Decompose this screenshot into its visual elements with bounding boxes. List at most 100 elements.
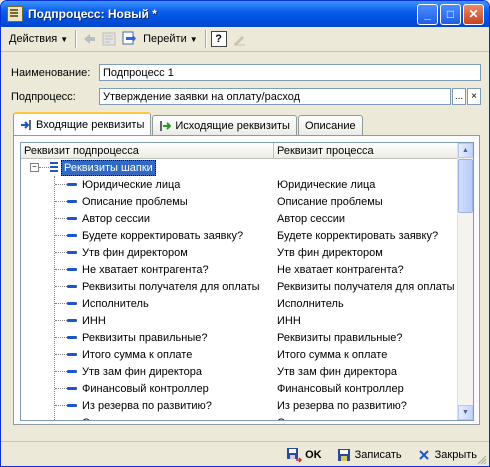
- tree-line: [55, 218, 67, 219]
- attribute-icon: [67, 285, 77, 288]
- table-row[interactable]: Реквизиты правильные? Реквизиты правильны…: [21, 329, 473, 346]
- tab-description-label: Описание: [304, 119, 356, 132]
- toolbar-separator: [204, 30, 206, 48]
- table-row[interactable]: Финансовый контроллер Финансовый контролл…: [21, 380, 473, 397]
- subprocess-attribute-cell: Будете корректировать заявку?: [82, 229, 244, 242]
- subprocess-attribute-cell: Утв зам фин директора: [82, 365, 203, 378]
- table-row[interactable]: Реквизиты получателя для оплаты Реквизиты…: [21, 278, 473, 295]
- resize-grip-icon[interactable]: [477, 455, 487, 465]
- tree-line: [55, 303, 67, 304]
- table-row[interactable]: Состояние заявки Состояние заявки: [21, 414, 473, 421]
- attribute-icon: [67, 319, 77, 322]
- close-window-button[interactable]: ✕: [463, 3, 484, 25]
- process-attribute-cell: Состояние заявки: [274, 417, 457, 421]
- save-label: Записать: [354, 448, 402, 461]
- table-row[interactable]: Будете корректировать заявку? Будете корр…: [21, 227, 473, 244]
- window-title: Подпроцесс: Новый *: [28, 7, 157, 21]
- process-attribute-cell: Финансовый контроллер: [277, 382, 404, 395]
- title-bar[interactable]: Подпроцесс: Новый * _ □ ✕: [1, 1, 489, 27]
- scroll-down-button[interactable]: ▼: [458, 405, 473, 420]
- process-attribute-cell: Не хватает контрагента?: [277, 263, 404, 276]
- column-header-subprocess[interactable]: Реквизит подпроцесса: [21, 143, 274, 158]
- sync-icon[interactable]: [121, 31, 137, 47]
- dropdown-arrow-icon: ▼: [60, 34, 69, 44]
- toolbar-separator: [75, 30, 77, 48]
- save-button[interactable]: Записать: [334, 447, 402, 463]
- vertical-scrollbar[interactable]: ▲ ▼: [457, 143, 473, 420]
- tab-outgoing[interactable]: Исходящие реквизиты: [152, 115, 297, 135]
- attribute-icon: [67, 336, 77, 339]
- attributes-table[interactable]: Реквизит подпроцесса Реквизит процесса −…: [20, 142, 474, 421]
- actions-menu[interactable]: Действия ▼: [5, 29, 72, 49]
- name-input[interactable]: Подпроцесс 1: [99, 64, 481, 81]
- table-row[interactable]: Утв фин директором Утв фин директором: [21, 244, 473, 261]
- subprocess-attribute-cell: Итого сумма к оплате: [82, 348, 193, 361]
- process-attribute-cell: Утв зам фин директора: [277, 365, 398, 378]
- table-row[interactable]: Юридические лица Юридические лица: [21, 176, 473, 193]
- attribute-icon: [67, 302, 77, 305]
- process-attribute-cell: Юридические лица: [277, 178, 376, 191]
- tree-line: [55, 371, 67, 372]
- maximize-button[interactable]: □: [440, 3, 461, 25]
- document-structure-icon[interactable]: [101, 31, 117, 47]
- attribute-icon: [67, 234, 77, 237]
- table-row[interactable]: Исполнитель Исполнитель: [21, 295, 473, 312]
- column-header-process[interactable]: Реквизит процесса: [274, 143, 460, 158]
- edit-pen-icon[interactable]: [231, 31, 247, 47]
- ok-button[interactable]: OK: [284, 447, 322, 463]
- process-attribute-cell: Автор сессии: [277, 212, 346, 225]
- subprocess-attribute-cell: Описание проблемы: [82, 195, 188, 208]
- back-icon[interactable]: [81, 31, 97, 47]
- clear-button[interactable]: ×: [467, 88, 481, 105]
- tab-description[interactable]: Описание: [297, 115, 363, 135]
- subprocess-attribute-cell: Реквизиты правильные?: [82, 331, 208, 344]
- name-row: Наименование: Подпроцесс 1: [11, 64, 481, 81]
- minimize-button[interactable]: _: [417, 3, 438, 25]
- goto-menu[interactable]: Перейти ▼: [139, 29, 202, 49]
- subprocess-attribute-cell: Утв фин директором: [82, 246, 188, 259]
- subprocess-attribute-cell: Автор сессии: [82, 212, 151, 225]
- group-icon: [49, 162, 59, 176]
- tree-line: [55, 184, 67, 185]
- dropdown-arrow-icon: ▼: [189, 34, 198, 44]
- help-button[interactable]: ?: [210, 31, 227, 47]
- ok-label: OK: [305, 448, 322, 461]
- toolbar: Действия ▼ Перейти ▼ ?: [1, 27, 489, 52]
- collapse-toggle-icon[interactable]: −: [30, 163, 39, 172]
- subprocess-attribute-cell: Из резерва по развитию?: [82, 399, 212, 412]
- tab-incoming[interactable]: Входящие реквизиты: [13, 112, 152, 135]
- attribute-icon: [67, 370, 77, 373]
- subprocess-attribute-cell: Реквизиты получателя для оплаты: [82, 280, 260, 293]
- select-button[interactable]: ...: [452, 88, 466, 105]
- close-label: Закрыть: [434, 448, 477, 461]
- tree-line: [55, 354, 67, 355]
- scroll-up-button[interactable]: ▲: [458, 143, 473, 158]
- table-row[interactable]: Автор сессии Автор сессии: [21, 210, 473, 227]
- tree-line: [55, 337, 67, 338]
- tree-line: [55, 388, 67, 389]
- process-attribute-cell: Реквизиты правильные?: [277, 331, 403, 344]
- tree-line: [55, 269, 67, 270]
- table-row[interactable]: Из резерва по развитию? Из резерва по раз…: [21, 397, 473, 414]
- tab-strip: Входящие реквизиты Исходящие реквизиты О…: [13, 112, 364, 135]
- table-body: − Реквизиты шапки Юридические лица Юридич…: [21, 159, 473, 421]
- scroll-thumb[interactable]: [458, 159, 473, 213]
- subprocess-row: Подпроцесс: Утверждение заявки на оплату…: [11, 88, 481, 105]
- close-button[interactable]: Закрыть: [414, 447, 477, 463]
- table-row[interactable]: Утв зам фин директора Утв зам фин директо…: [21, 363, 473, 380]
- table-row[interactable]: ИНН ИНН: [21, 312, 473, 329]
- table-row[interactable]: Итого сумма к оплате Итого сумма к оплате: [21, 346, 473, 363]
- tab-outgoing-label: Исходящие реквизиты: [175, 119, 290, 132]
- document-icon: [7, 6, 23, 22]
- subprocess-input[interactable]: Утверждение заявки на оплату/расход: [99, 88, 451, 105]
- group-row[interactable]: − Реквизиты шапки: [21, 159, 473, 176]
- table-header: Реквизит подпроцесса Реквизит процесса: [21, 143, 473, 159]
- process-attribute-cell: Итого сумма к оплате: [277, 348, 388, 361]
- tree-line: [55, 405, 67, 406]
- table-row[interactable]: Описание проблемы Описание проблемы: [21, 193, 473, 210]
- outgoing-arrow-icon: [159, 120, 172, 132]
- table-row[interactable]: Не хватает контрагента? Не хватает контра…: [21, 261, 473, 278]
- attribute-icon: [67, 404, 77, 407]
- save-close-icon: [286, 447, 303, 463]
- process-attribute-cell: Из резерва по развитию?: [277, 399, 407, 412]
